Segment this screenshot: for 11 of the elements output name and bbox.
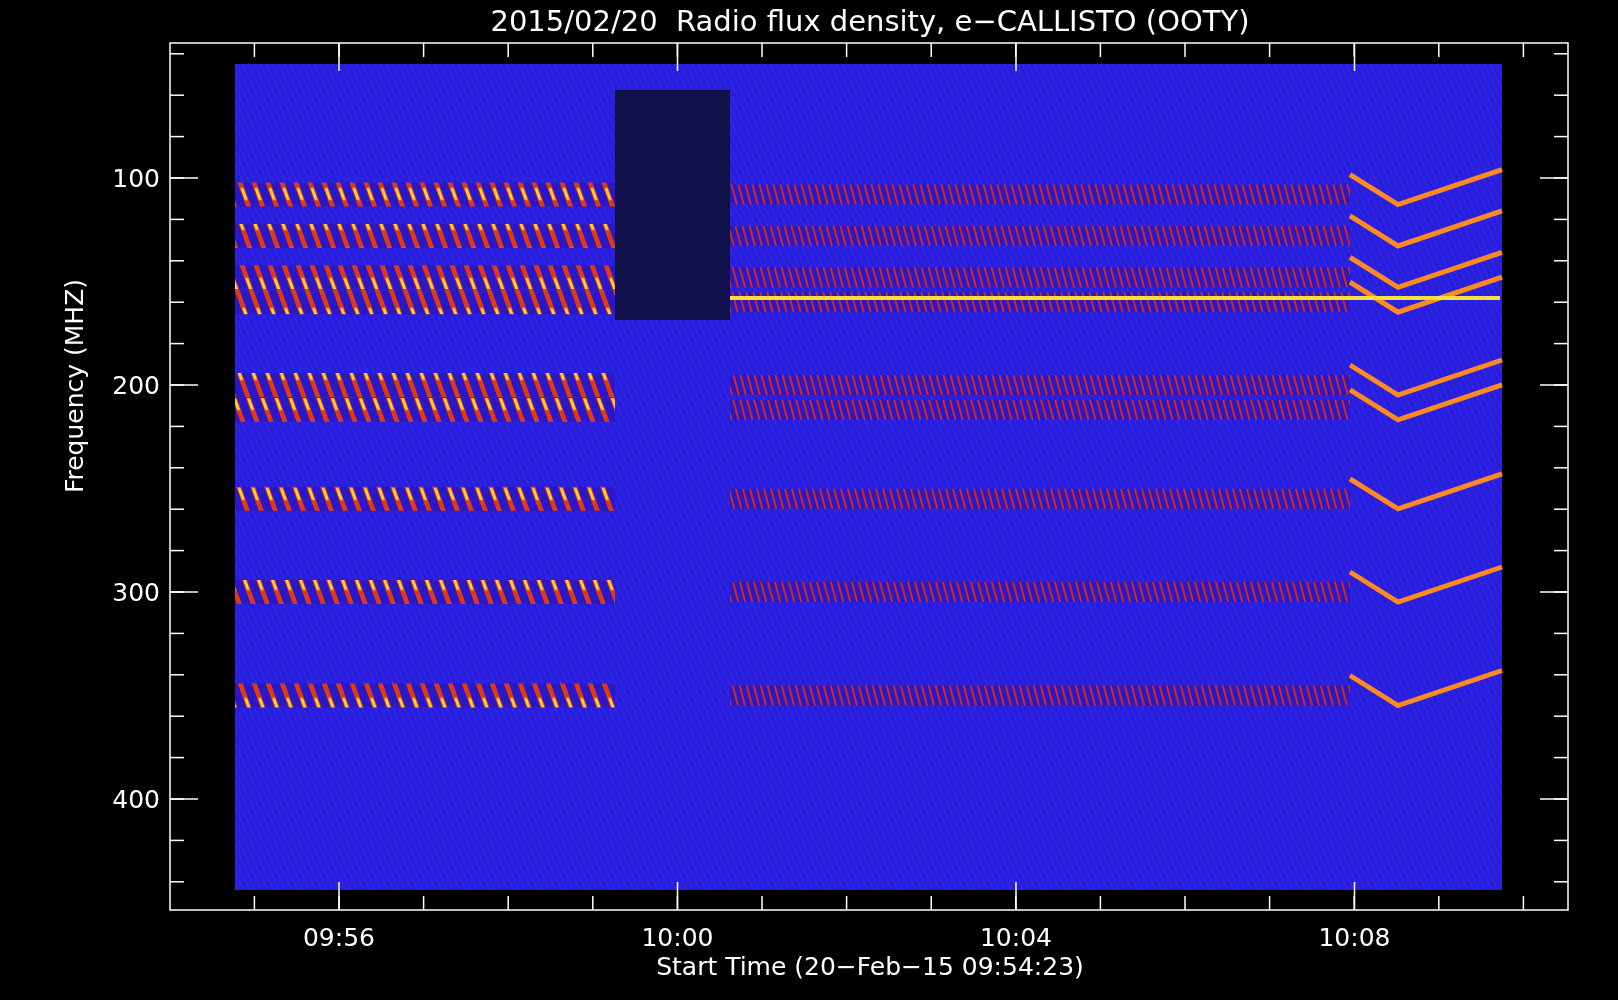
y-axis-label: Frequency (MHZ) <box>60 278 89 494</box>
axis-tick-label: 09:56 <box>303 923 375 952</box>
axis-tick-label: 10:00 <box>641 923 714 952</box>
axis-tick-label: 10:04 <box>980 923 1052 952</box>
axis-tick-label: 100 <box>112 164 160 193</box>
x-axis-label: Start Time (20−Feb−15 09:54:23) <box>656 952 1084 981</box>
axis-tick-label: 10:08 <box>1318 923 1391 952</box>
chart-title: 2015/02/20 Radio flux density, e−CALLISTO (OOTY) <box>490 4 1250 38</box>
axis-tick-label: 400 <box>112 785 160 814</box>
axis-tick-label: 200 <box>112 371 160 400</box>
axis-tick-label: 300 <box>112 578 160 607</box>
